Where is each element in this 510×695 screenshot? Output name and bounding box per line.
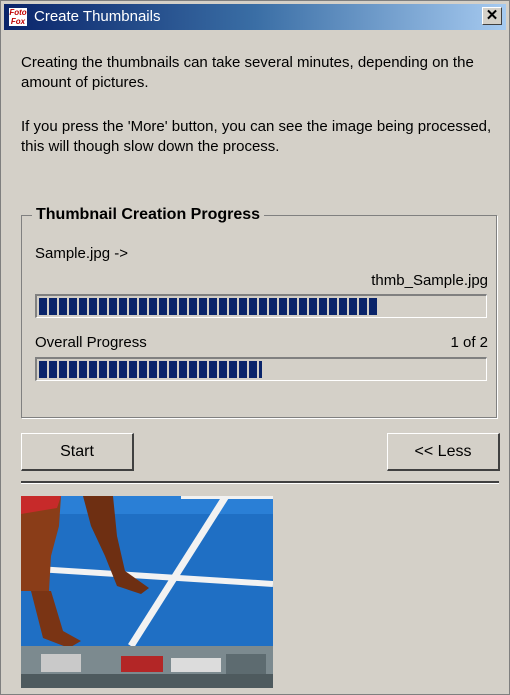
close-icon: ✕ <box>485 7 499 24</box>
create-thumbnails-dialog: Foto Fox Create Thumbnails ✕ Creating th… <box>0 0 510 695</box>
file-progress-bar <box>35 294 487 318</box>
app-logo-icon: Foto Fox <box>9 8 27 26</box>
progress-group-title: Thumbnail Creation Progress <box>32 205 265 225</box>
preview-photo <box>21 496 273 688</box>
start-button[interactable]: Start <box>21 433 134 471</box>
app-logo-text: Foto Fox <box>9 8 27 26</box>
close-button[interactable]: ✕ <box>482 7 502 25</box>
overall-progress-fill <box>39 361 262 378</box>
image-preview <box>21 496 273 688</box>
file-progress-fill <box>39 298 378 315</box>
overall-progress-label: Overall Progress <box>35 334 147 351</box>
separator-line <box>21 481 499 484</box>
info-text-1: Creating the thumbnails can take several… <box>21 54 474 91</box>
source-file-label: Sample.jpg -> <box>35 245 128 262</box>
info-text-2: If you press the 'More' button, you can … <box>21 118 492 155</box>
window-title: Create Thumbnails <box>34 8 161 25</box>
progress-groupbox: Thumbnail Creation Progress Sample.jpg -… <box>21 205 497 418</box>
overall-progress-bar <box>35 357 487 381</box>
target-file-label: thmb_Sample.jpg <box>371 272 488 289</box>
title-bar[interactable]: Foto Fox Create Thumbnails ✕ <box>4 4 506 30</box>
less-button[interactable]: << Less <box>387 433 500 471</box>
overall-progress-count: 1 of 2 <box>450 334 488 351</box>
